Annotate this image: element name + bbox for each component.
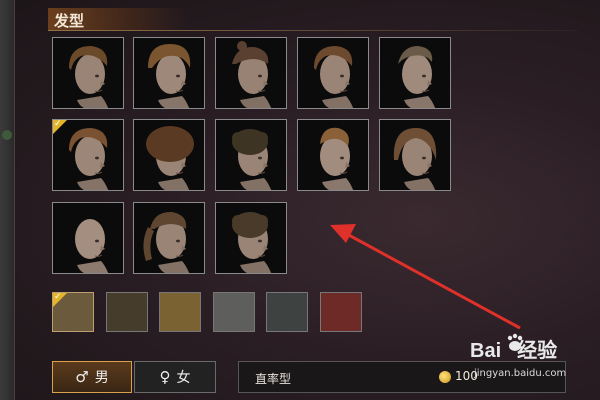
hairstyle-tile[interactable] [297,37,369,109]
character-head-icon [53,38,123,108]
rail-indicator [2,130,12,140]
hairstyle-tile[interactable] [52,119,124,191]
character-head-icon [216,38,286,108]
female-symbol-icon: ♀ [159,368,171,386]
character-head-icon [134,120,204,190]
selected-check-icon [53,120,67,134]
coin-icon [439,371,451,383]
baidu-watermark: Bai 经验 jingyan.baidu.com [470,330,595,390]
hair-color-swatch[interactable] [266,292,308,332]
hairstyle-tile[interactable] [215,37,287,109]
hair-color-swatch[interactable] [159,292,201,332]
character-head-icon [134,38,204,108]
male-symbol-icon: ♂ [75,368,89,386]
side-rail [0,0,15,400]
header-divider [48,30,578,31]
hairstyle-tile[interactable] [133,37,205,109]
selected-check-icon [53,292,67,307]
hairstyle-tile[interactable] [52,37,124,109]
watermark-url: jingyan.baidu.com [474,368,567,379]
hairstyle-tile[interactable] [133,202,205,274]
hairstyle-tile[interactable] [297,119,369,191]
hairstyle-tile[interactable] [133,119,205,191]
hairstyle-tile[interactable] [379,37,451,109]
hair-color-swatch[interactable] [52,292,94,332]
character-head-icon [298,120,368,190]
hairstyle-tile[interactable] [215,119,287,191]
character-head-icon [216,120,286,190]
female-label: 女 [176,370,191,386]
character-head-icon [380,120,450,190]
character-head-icon [53,203,123,273]
hair-color-swatch[interactable] [106,292,148,332]
hair-color-swatch[interactable] [213,292,255,332]
paw-icon [507,333,523,351]
hairstyle-tile[interactable] [215,202,287,274]
hair-color-swatch[interactable] [320,292,362,332]
section-header: 发型 [48,8,188,30]
female-gender-button[interactable]: ♀ 女 [134,361,216,393]
character-head-icon [298,38,368,108]
hairstyle-tile[interactable] [379,119,451,191]
style-label: 直率型 [255,372,292,386]
character-head-icon [216,203,286,273]
character-head-icon [134,203,204,273]
section-title: 发型 [54,12,85,30]
male-gender-button[interactable]: ♂ 男 [52,361,132,393]
character-head-icon [380,38,450,108]
male-label: 男 [94,370,109,386]
hairstyle-tile[interactable] [52,202,124,274]
